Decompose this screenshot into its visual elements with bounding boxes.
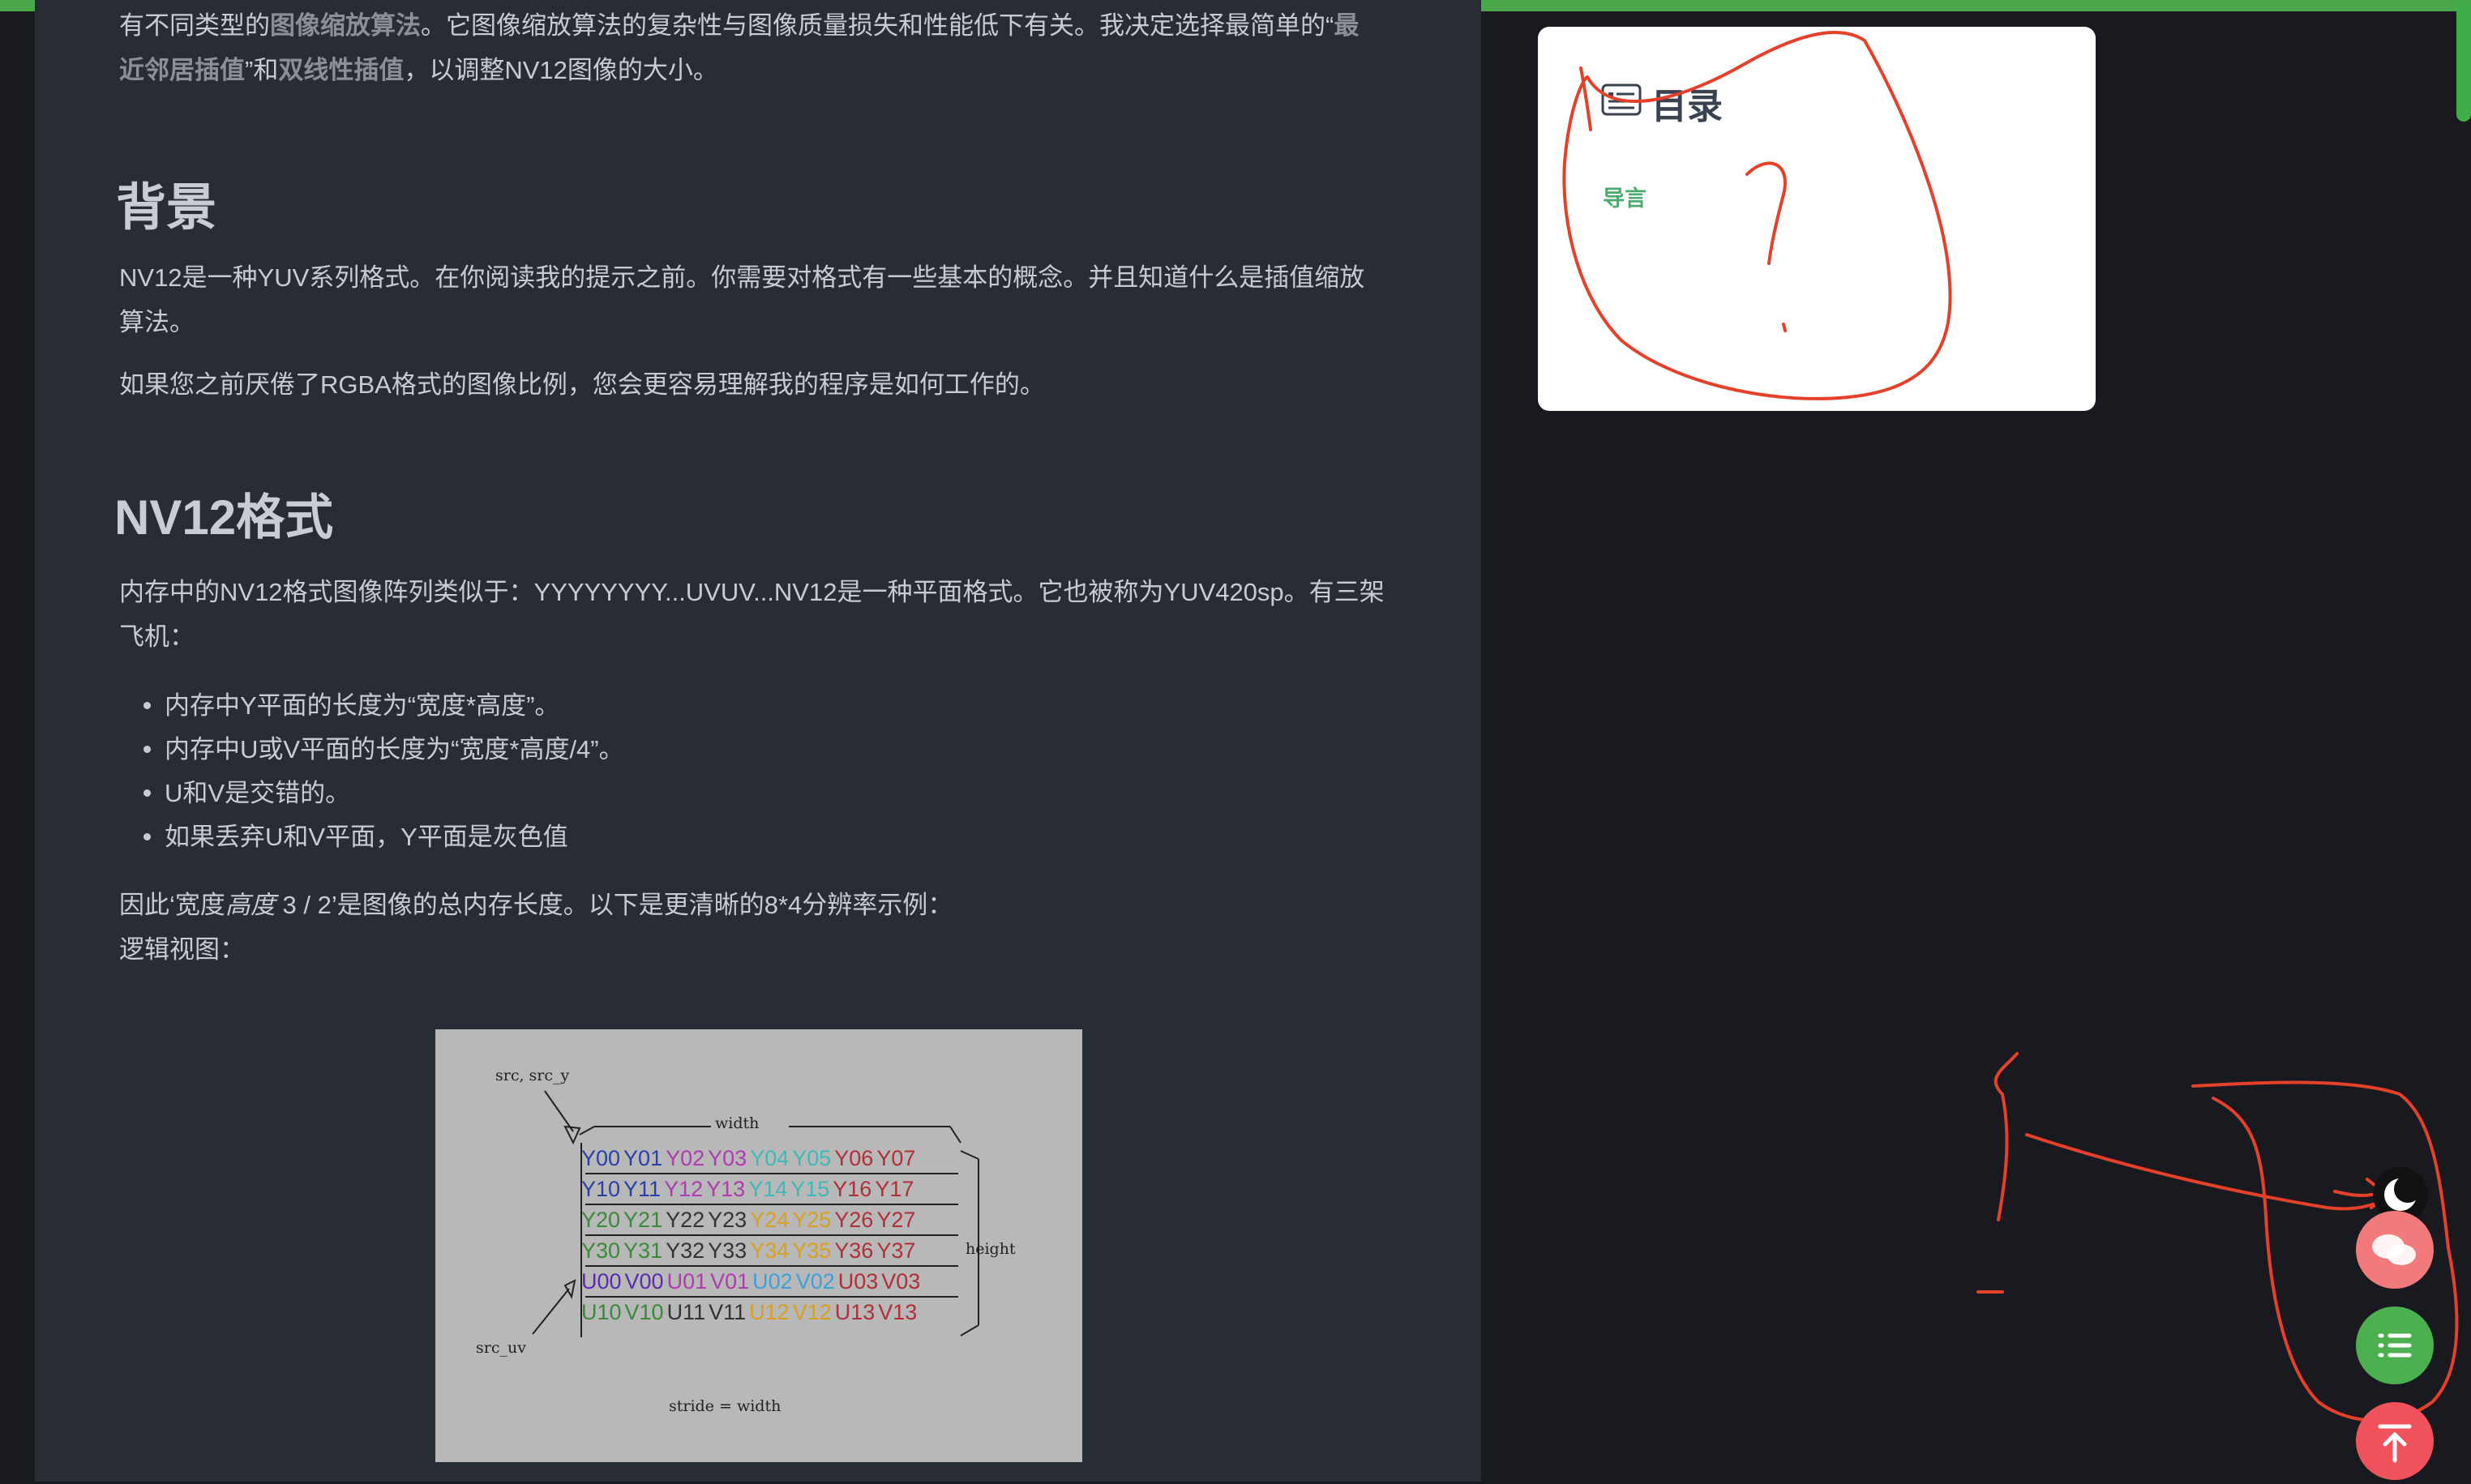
handwritten-annotations (1562, 31, 2459, 1422)
arrow-up-icon (2378, 1424, 2412, 1463)
page-scrollbar-thumb[interactable] (2456, 0, 2471, 122)
list-icon (2378, 1333, 2412, 1358)
toc-toggle-button[interactable] (2356, 1307, 2434, 1384)
back-to-top-button[interactable] (2356, 1402, 2434, 1480)
chat-bubbles-icon (2372, 1234, 2416, 1265)
chat-button[interactable] (2356, 1211, 2434, 1289)
